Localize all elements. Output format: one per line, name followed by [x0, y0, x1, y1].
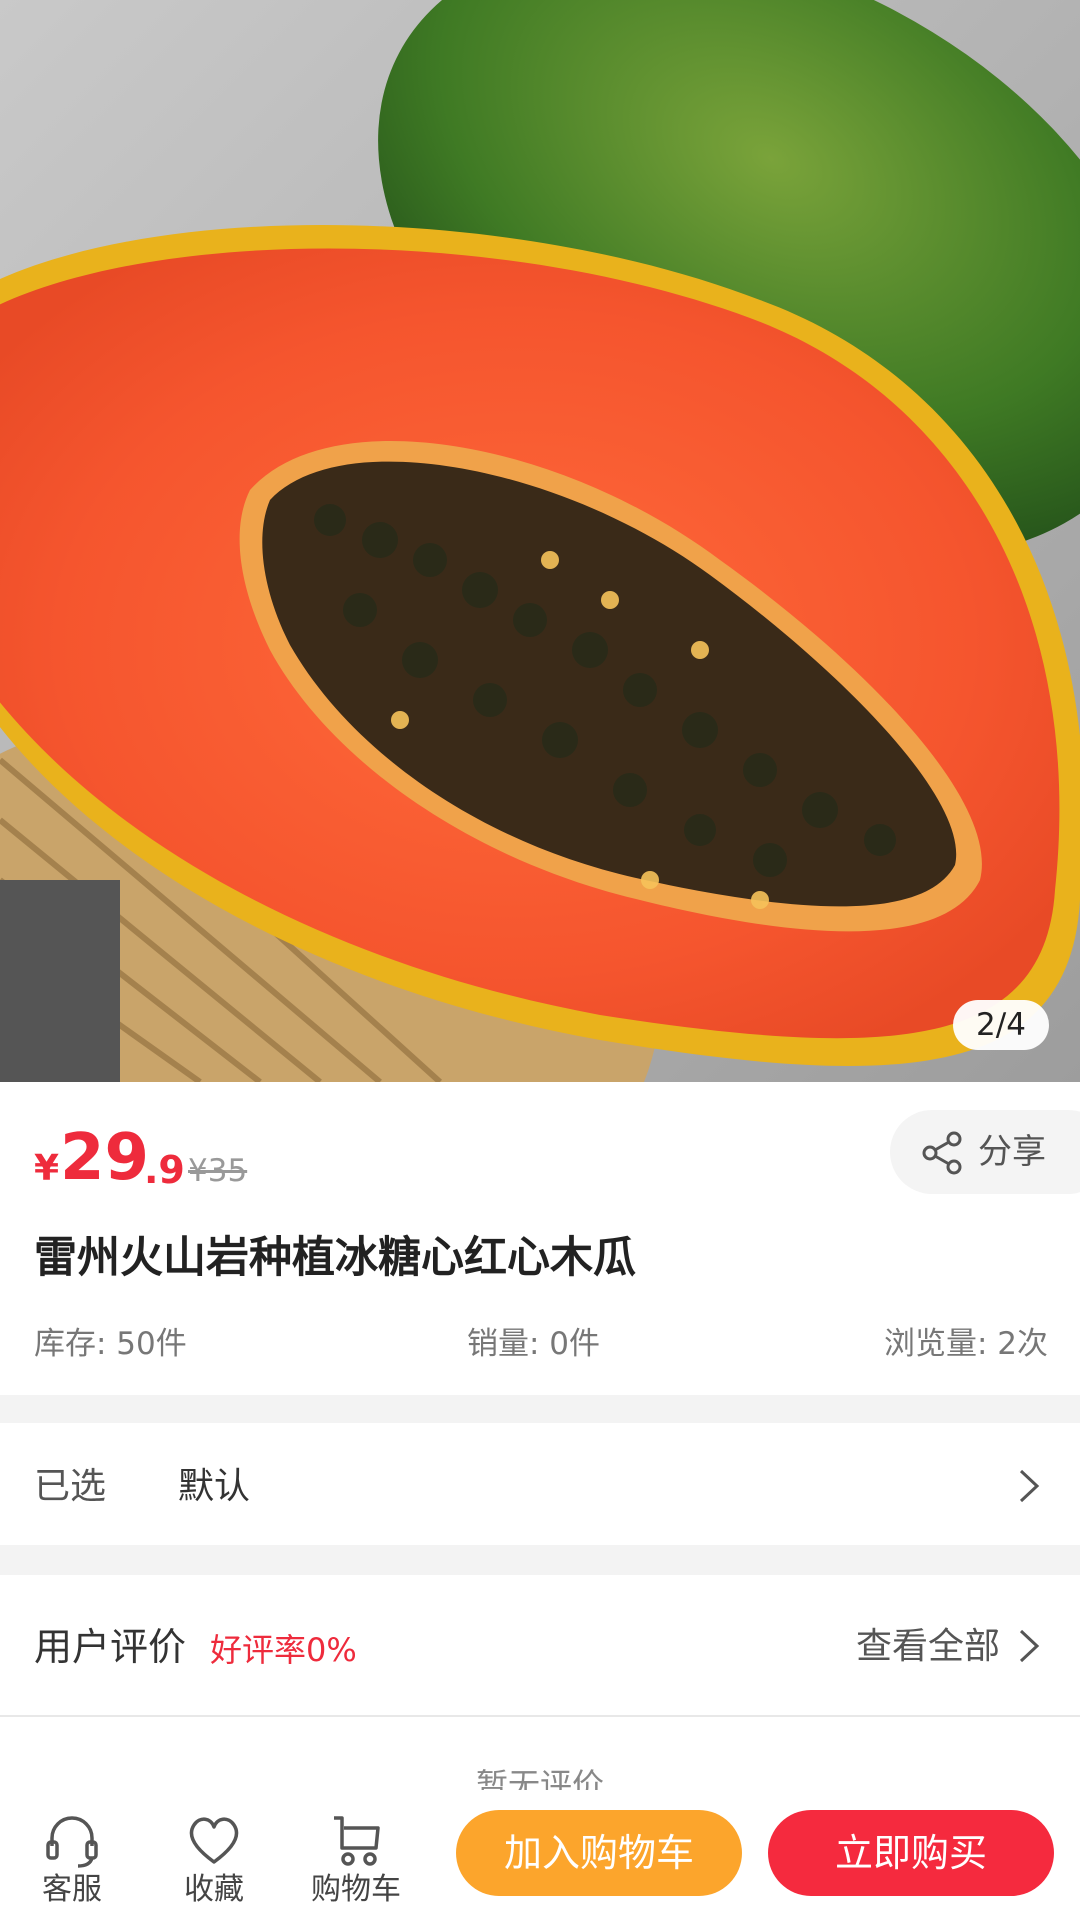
add-to-cart-button[interactable]: 加入购物车	[456, 1810, 742, 1896]
price-currency: ¥	[34, 1148, 60, 1189]
chevron-right-icon	[1019, 1629, 1040, 1663]
cart-button[interactable]: 购物车	[296, 1790, 416, 1920]
reviews-divider	[0, 1715, 1080, 1717]
customer-service-label: 客服	[42, 1872, 102, 1907]
papaya-image	[0, 0, 1080, 1082]
reviews-title: 用户评价	[34, 1625, 187, 1669]
chevron-right-icon	[1019, 1469, 1040, 1503]
selected-label: 已选	[34, 1466, 107, 1507]
spec-selector-row[interactable]	[0, 1423, 1080, 1545]
favorite-button[interactable]: 收藏	[154, 1790, 274, 1920]
share-label: 分享	[978, 1132, 1046, 1172]
image-page-indicator: 2/4	[953, 1000, 1049, 1050]
product-image-gallery[interactable]: 2/4	[0, 0, 1080, 1082]
original-price: ¥35	[188, 1153, 248, 1189]
selected-value: 默认	[178, 1466, 251, 1507]
customer-service-button[interactable]: 客服	[12, 1790, 132, 1920]
cart-icon	[334, 1816, 380, 1866]
positive-rate: 好评率0%	[210, 1631, 357, 1669]
buy-now-button[interactable]: 立即购买	[768, 1810, 1054, 1896]
bottom-action-bar: 客服 收藏 购物车 加入购物车 立即购买	[0, 1790, 1080, 1920]
share-icon	[922, 1131, 962, 1175]
share-button[interactable]: 分享	[890, 1110, 1080, 1194]
sales-count: 销量: 0件	[467, 1326, 601, 1362]
cart-label: 购物车	[311, 1872, 401, 1907]
section-divider	[0, 1545, 1080, 1575]
headset-icon	[46, 1816, 98, 1868]
stock-count: 库存: 50件	[34, 1326, 187, 1362]
price-decimal: .9	[144, 1148, 185, 1192]
view-count: 浏览量: 2次	[883, 1326, 1048, 1362]
section-divider	[0, 1395, 1080, 1423]
price-integer: 29	[60, 1121, 150, 1195]
view-all-label: 查看全部	[856, 1626, 1001, 1667]
favorite-label: 收藏	[184, 1872, 244, 1907]
product-title: 雷州火山岩种植冰糖心红心木瓜	[34, 1233, 636, 1283]
heart-icon	[189, 1817, 239, 1864]
